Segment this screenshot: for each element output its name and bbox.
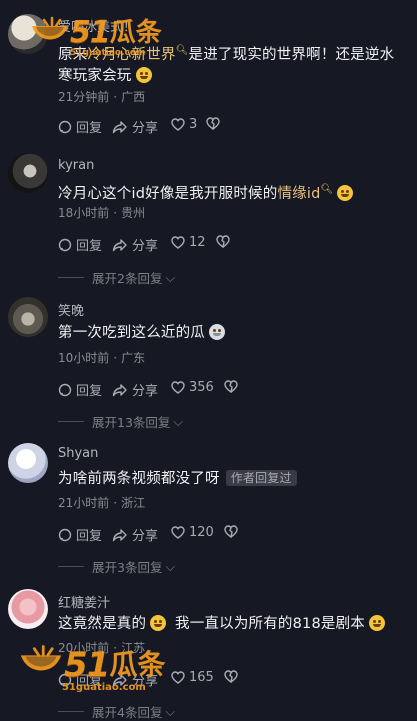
watermelon-icon bbox=[32, 16, 68, 40]
chevron-down-icon: ⌵ bbox=[165, 269, 175, 285]
watermark-text: 瓜条 bbox=[109, 648, 166, 681]
reply-icon bbox=[58, 238, 72, 251]
watermark-url: 51guatiao.com bbox=[62, 682, 146, 693]
like-button[interactable]: 165 bbox=[171, 670, 214, 685]
avatar[interactable] bbox=[8, 443, 48, 483]
comment-username[interactable]: Shyan bbox=[58, 446, 98, 461]
search-icon: 🔍︎ bbox=[175, 45, 189, 56]
like-button[interactable]: 356 bbox=[171, 380, 214, 395]
reply-icon bbox=[58, 383, 72, 396]
grin-emoji bbox=[135, 66, 152, 83]
reply-icon bbox=[58, 528, 72, 541]
dislike-button[interactable] bbox=[224, 525, 238, 538]
author-replied-badge: 作者回复过 bbox=[225, 470, 297, 486]
comment-meta: 18小时前 · 贵州 bbox=[58, 206, 146, 220]
watermark-number: 51 bbox=[70, 15, 111, 50]
avatar[interactable] bbox=[8, 589, 48, 629]
reply-icon bbox=[58, 120, 72, 133]
share-icon bbox=[112, 238, 127, 251]
watermark-logo: 51 瓜条 51guatiao.com bbox=[30, 14, 162, 58]
heart-icon bbox=[171, 381, 185, 394]
heart-icon bbox=[171, 526, 185, 539]
comment-text: 为啥前两条视频都没了呀 作者回复过 bbox=[58, 469, 408, 490]
shy-emoji bbox=[337, 184, 354, 201]
laugh-emoji bbox=[150, 615, 167, 631]
expand-replies-button[interactable]: 展开4条回复 ⌵ bbox=[58, 702, 175, 721]
laugh-emoji bbox=[369, 615, 385, 631]
expand-replies-button[interactable]: 展开13条回复 ⌵ bbox=[58, 412, 183, 431]
share-button[interactable]: 分享 bbox=[112, 235, 158, 254]
heart-icon bbox=[171, 671, 185, 684]
comment-meta: 10小时前 · 广东 bbox=[58, 351, 146, 365]
avatar[interactable] bbox=[8, 153, 48, 193]
heart-icon bbox=[171, 236, 185, 249]
reply-button[interactable]: 回复 bbox=[58, 380, 102, 399]
search-icon: 🔍︎ bbox=[320, 184, 334, 195]
dislike-button[interactable] bbox=[206, 117, 220, 130]
watermark-number: 51 bbox=[64, 645, 110, 685]
like-button[interactable]: 12 bbox=[171, 235, 206, 250]
chevron-down-icon: ⌵ bbox=[165, 558, 175, 574]
like-button[interactable]: 3 bbox=[171, 117, 197, 132]
comment-meta: 21分钟前 · 广西 bbox=[58, 90, 146, 104]
broken-heart-icon bbox=[224, 525, 238, 538]
watermelon-icon bbox=[20, 645, 62, 671]
watermark-logo: 51 瓜条 51guatiao.com bbox=[18, 642, 166, 693]
broken-heart-icon bbox=[224, 670, 238, 683]
dislike-button[interactable] bbox=[224, 670, 238, 683]
share-icon bbox=[112, 383, 127, 396]
dislike-button[interactable] bbox=[224, 380, 238, 393]
chevron-down-icon: ⌵ bbox=[165, 703, 175, 719]
dislike-button[interactable] bbox=[216, 235, 230, 248]
avatar[interactable] bbox=[8, 297, 48, 337]
comment-text: 这竟然是真的 我一直以为所有的818是剧本 bbox=[58, 614, 408, 635]
comment-meta: 21小时前 · 浙江 bbox=[58, 496, 146, 510]
reply-button[interactable]: 回复 bbox=[58, 235, 102, 254]
broken-heart-icon bbox=[216, 235, 230, 248]
comment-username[interactable]: kyran bbox=[58, 158, 94, 173]
like-button[interactable]: 120 bbox=[171, 525, 214, 540]
search-link[interactable]: 情缘id🔍︎ bbox=[277, 184, 334, 202]
expand-replies-button[interactable]: 展开2条回复 ⌵ bbox=[58, 268, 175, 287]
share-button[interactable]: 分享 bbox=[112, 525, 158, 544]
broken-heart-icon bbox=[206, 117, 220, 130]
comment-text: 第一次吃到这么近的瓜 bbox=[58, 323, 408, 344]
reply-button[interactable]: 回复 bbox=[58, 117, 102, 136]
share-icon bbox=[112, 120, 127, 133]
comment-username[interactable]: 红糖姜汁 bbox=[58, 592, 110, 611]
share-button[interactable]: 分享 bbox=[112, 117, 158, 136]
watermark-url: 51guatiao.com bbox=[70, 48, 146, 58]
share-icon bbox=[112, 528, 127, 541]
melon-emoji bbox=[209, 324, 225, 340]
expand-replies-button[interactable]: 展开3条回复 ⌵ bbox=[58, 557, 175, 576]
chevron-down-icon: ⌵ bbox=[173, 413, 183, 429]
comment-username[interactable]: 笑晚 bbox=[58, 300, 84, 319]
comment-text: 冷月心这个id好像是我开服时候的情缘id🔍︎ bbox=[58, 179, 408, 205]
watermark-text: 瓜条 bbox=[109, 18, 162, 48]
reply-button[interactable]: 回复 bbox=[58, 525, 102, 544]
broken-heart-icon bbox=[224, 380, 238, 393]
heart-icon bbox=[171, 118, 185, 131]
share-button[interactable]: 分享 bbox=[112, 380, 158, 399]
